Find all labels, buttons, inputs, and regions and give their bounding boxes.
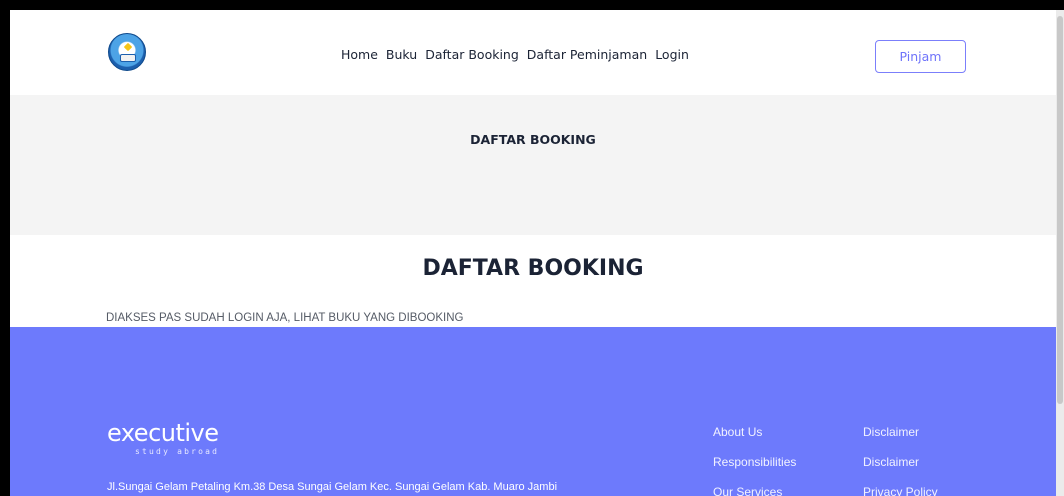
book-icon (120, 54, 136, 62)
pinjam-button[interactable]: Pinjam (875, 40, 966, 73)
footer-link-responsibilities[interactable]: Responsibilities (713, 453, 796, 471)
page-title: DAFTAR BOOKING (422, 256, 644, 281)
footer-link-disclaimer[interactable]: Disclaimer (863, 423, 938, 441)
footer-link-disclaimer-2[interactable]: Disclaimer (863, 453, 938, 471)
page-note: DIAKSES PAS SUDAH LOGIN AJA, LIHAT BUKU … (106, 312, 464, 324)
footer-brand-tagline: study abroad (135, 447, 220, 456)
navbar: Home Buku Daftar Booking Daftar Peminjam… (10, 10, 1056, 95)
nav-daftar-peminjaman[interactable]: Daftar Peminjaman (527, 47, 647, 62)
star-icon (123, 42, 133, 52)
nav-home[interactable]: Home (341, 47, 378, 62)
page-banner: DAFTAR BOOKING (10, 95, 1056, 235)
vertical-scrollbar[interactable] (1056, 10, 1064, 496)
scrollbar-thumb[interactable] (1057, 16, 1063, 404)
footer: executive study abroad Jl.Sungai Gelam P… (10, 327, 1056, 496)
banner-title: DAFTAR BOOKING (470, 132, 596, 147)
footer-links-col2: Disclaimer Disclaimer Privacy Policy (863, 423, 938, 496)
footer-link-privacy-policy[interactable]: Privacy Policy (863, 483, 938, 496)
nav-buku[interactable]: Buku (386, 47, 417, 62)
footer-link-about-us[interactable]: About Us (713, 423, 796, 441)
footer-link-our-services[interactable]: Our Services (713, 483, 796, 496)
logo-icon[interactable] (108, 33, 146, 71)
footer-brand-logo[interactable]: executive (107, 421, 219, 445)
nav-login[interactable]: Login (655, 47, 689, 62)
footer-links-col1: About Us Responsibilities Our Services (713, 423, 796, 496)
nav-daftar-booking[interactable]: Daftar Booking (425, 47, 519, 62)
main-nav: Home Buku Daftar Booking Daftar Peminjam… (341, 47, 689, 62)
browser-viewport: Home Buku Daftar Booking Daftar Peminjam… (10, 10, 1064, 496)
footer-address: Jl.Sungai Gelam Petaling Km.38 Desa Sung… (107, 481, 558, 493)
